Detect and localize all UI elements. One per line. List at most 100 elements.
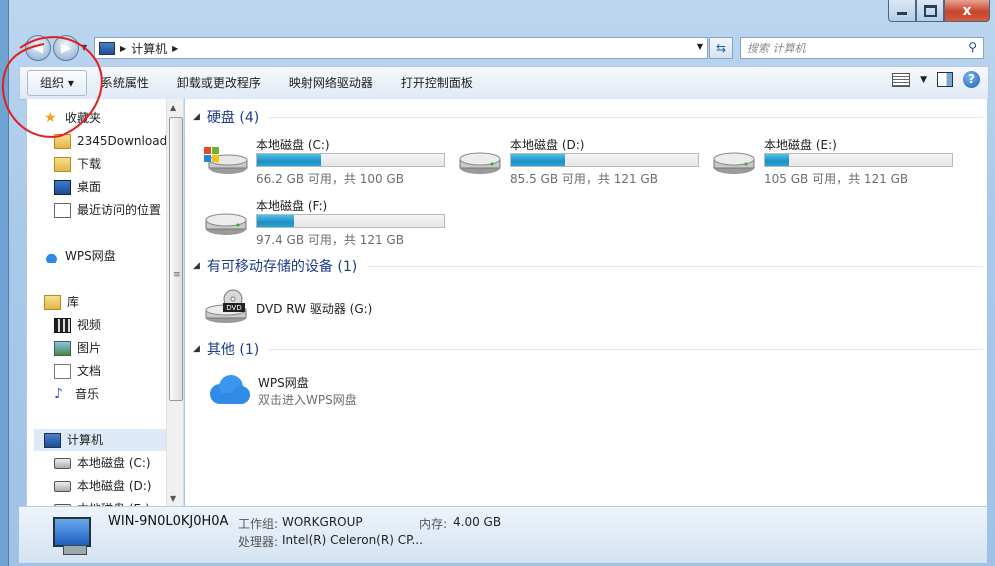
sidebar-scrollbar[interactable]: ▲ ≡ ▼ [166,99,183,506]
organize-button[interactable]: 组织 ▾ [27,70,87,96]
library-icon [44,294,61,310]
search-placeholder: 搜索 计算机 [747,42,806,55]
sidebar-item-libraries[interactable]: 库 [44,291,79,313]
group-header-removable[interactable]: ◢ 有可移动存储的设备 (1) [193,256,983,276]
processor-label: 处理器: [238,535,279,549]
minimize-button[interactable] [888,0,916,22]
drive-free-space: 66.2 GB 可用，共 100 GB [256,172,404,186]
breadcrumb-computer[interactable]: 计算机 [131,40,167,57]
drive-name: 本地磁盘 (D:) [510,138,585,152]
folder-icon [54,133,71,149]
address-bar[interactable]: ▶ 计算机 ▶ ▼ [94,37,708,59]
sidebar-item-recent-places[interactable]: 最近访问的位置 [54,199,161,221]
history-dropdown-icon[interactable]: ▼ [81,43,87,52]
drive-tile-f[interactable]: 本地磁盘 (F:) 97.4 GB 可用，共 121 GB [203,197,453,251]
sidebar-item-favorites[interactable]: ★ 收藏夹 [44,107,101,129]
group-divider [269,116,983,118]
group-title: 有可移动存储的设备 (1) [206,259,358,275]
map-network-drive-button[interactable]: 映射网络驱动器 [275,71,387,95]
sidebar-item-drive-c[interactable]: 本地磁盘 (C:) [54,452,151,474]
search-input[interactable]: 搜索 计算机 ⚲ [740,37,984,59]
uninstall-program-button[interactable]: 卸载或更改程序 [163,71,275,95]
sidebar-item-pictures[interactable]: 图片 [54,337,101,359]
video-icon [54,317,71,333]
group-header-hard-drives[interactable]: ◢ 硬盘 (4) [193,107,983,127]
toolbar-right: ▼ ? [892,71,980,88]
sidebar-item-label: 本地磁盘 (E:) [77,498,150,506]
dvd-drive-tile[interactable]: DVD DVD RW 驱动器 (G:) [203,285,453,339]
drive-usage-bar [510,153,699,167]
sidebar-item-label: 桌面 [77,180,102,194]
scrollbar-thumb[interactable]: ≡ [169,117,183,401]
system-properties-button[interactable]: 系统属性 [87,71,163,95]
sidebar-item-desktop[interactable]: 桌面 [54,176,101,198]
close-button[interactable]: x [944,0,990,22]
sidebar-item-videos[interactable]: 视频 [54,314,101,336]
change-view-icon[interactable] [892,72,911,87]
sidebar-item-music[interactable]: ♪ 音乐 [54,383,99,405]
drive-usage-fill [257,154,321,166]
collapse-triangle-icon[interactable]: ◢ [193,344,200,354]
help-icon[interactable]: ? [963,71,980,88]
document-icon [54,363,71,379]
computer-monitor-icon [53,517,91,547]
maximize-button[interactable] [916,0,944,22]
sidebar-item-label: 图片 [77,341,102,355]
memory-label: 内存: [419,517,448,531]
caption-buttons: x [888,0,990,22]
computer-icon [44,432,61,448]
drive-usage-bar [256,153,445,167]
maximize-icon [923,4,937,17]
drive-usage-fill [765,154,790,166]
search-icon[interactable]: ⚲ [968,40,977,54]
drive-tile-d[interactable]: 本地磁盘 (D:) 85.5 GB 可用，共 121 GB [457,136,707,190]
drive-name: 本地磁盘 (F:) [256,199,328,213]
picture-icon [54,340,71,356]
wps-cloud-description: 双击进入WPS网盘 [258,393,357,407]
breadcrumb-chevron-icon[interactable]: ▶ [172,44,178,53]
sidebar-item-wps-cloud[interactable]: WPS网盘 [44,245,116,267]
sidebar-item-2345downloads[interactable]: 2345Downloads [54,130,173,152]
scroll-up-icon[interactable]: ▲ [170,103,176,112]
drive-usage-bar [256,214,445,228]
forward-arrow-icon: ▶ [61,40,71,56]
downloads-folder-icon [54,156,71,172]
breadcrumb-chevron-icon[interactable]: ▶ [120,44,126,53]
dvd-drive-name: DVD RW 驱动器 (G:) [256,302,373,316]
open-control-panel-button[interactable]: 打开控制面板 [387,71,487,95]
refresh-icon: ⇆ [715,41,727,55]
view-dropdown-icon[interactable]: ▼ [920,75,927,85]
drive-free-space: 105 GB 可用，共 121 GB [764,172,909,186]
sidebar-item-documents[interactable]: 文档 [54,360,101,382]
sidebar-item-label: 本地磁盘 (C:) [77,456,151,470]
grip-icon: ≡ [173,270,181,280]
preview-pane-icon[interactable] [937,72,953,87]
drive-free-space: 97.4 GB 可用，共 121 GB [256,233,404,247]
drive-usage-fill [257,215,295,227]
sidebar-item-downloads[interactable]: 下载 [54,153,101,175]
scroll-down-icon[interactable]: ▼ [170,494,176,503]
cloud-icon [44,249,59,263]
computer-name: WIN-9N0L0KJ0H0A [108,514,229,529]
forward-button[interactable]: ▶ [53,35,79,61]
content-pane: ◢ 硬盘 (4) 本地磁盘 (C:) 66.2 GB 可用，共 100 GB 本… [185,99,987,506]
group-title: 硬盘 (4) [206,110,260,126]
back-button[interactable]: ◀ [25,35,51,61]
refresh-button[interactable]: ⇆ [709,37,733,59]
sidebar-item-label: 文档 [77,364,102,378]
sidebar-item-label: 下载 [77,157,102,171]
sidebar-item-drive-d[interactable]: 本地磁盘 (D:) [54,475,151,497]
drive-tile-e[interactable]: 本地磁盘 (E:) 105 GB 可用，共 121 GB [711,136,961,190]
wps-cloud-tile[interactable]: WPS网盘 双击进入WPS网盘 [205,371,455,425]
collapse-triangle-icon[interactable]: ◢ [193,261,200,271]
sidebar-item-computer[interactable]: 计算机 [34,429,176,451]
drive-tile-c[interactable]: 本地磁盘 (C:) 66.2 GB 可用，共 100 GB [203,136,453,190]
workgroup-label: 工作组: [238,517,279,531]
address-dropdown-icon[interactable]: ▼ [697,42,703,51]
collapse-triangle-icon[interactable]: ◢ [193,112,200,122]
group-header-other[interactable]: ◢ 其他 (1) [193,339,983,359]
details-pane: WIN-9N0L0KJ0H0A 工作组: WORKGROUP 内存: 4.00 … [19,506,987,563]
drive-name: 本地磁盘 (C:) [256,138,330,152]
sidebar-item-drive-e[interactable]: 本地磁盘 (E:) [54,498,150,506]
group-divider [269,348,983,350]
